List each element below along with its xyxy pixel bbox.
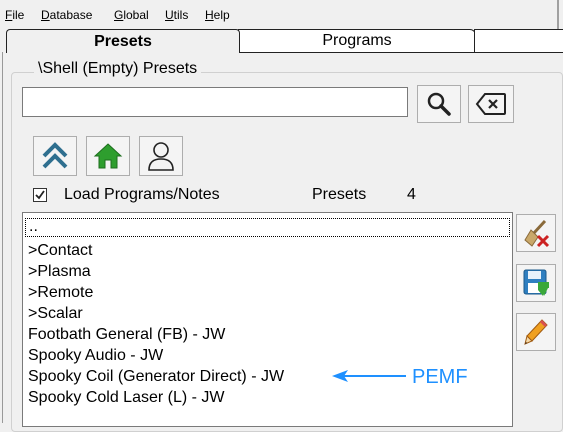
list-item[interactable]: >Contact [28,240,92,261]
clear-search-button[interactable] [468,85,514,123]
user-button[interactable] [139,136,183,176]
magnifier-icon [427,92,451,116]
list-item[interactable]: >Remote [28,282,93,303]
tab-presets[interactable]: Presets [6,29,240,53]
panel-border [2,52,3,423]
menu-help[interactable]: Help [205,8,230,22]
tab-programs-label: Programs [322,32,392,49]
user-icon [148,142,174,171]
edit-button[interactable] [516,313,556,351]
tab-panel-border [238,52,563,53]
broom-delete-icon [524,219,550,248]
pencil-icon [524,319,548,345]
up-level-button[interactable] [33,136,77,176]
search-button[interactable] [417,85,461,123]
list-item[interactable]: Spooky Cold Laser (L) - JW [28,387,225,408]
annotation-arrow-icon [332,370,406,382]
presets-list[interactable]: .. >Contact >Plasma >Remote >Scalar Foot… [22,212,513,427]
menu-database[interactable]: Database [41,8,92,22]
menu-global[interactable]: Global [114,8,149,22]
search-input[interactable] [22,87,408,117]
presets-count-label: Presets [312,186,367,203]
list-item-parent[interactable]: .. [25,218,510,237]
save-icon [523,269,549,296]
list-item[interactable]: >Plasma [28,261,91,282]
annotation-label: PEMF [412,366,468,388]
menu-bar: File Database Global Utils Help [0,0,563,25]
delete-button[interactable] [516,214,556,252]
list-item[interactable]: Spooky Audio - JW [28,345,163,366]
home-icon [93,143,123,169]
group-title: \Shell (Empty) Presets [34,60,202,78]
list-item[interactable]: Footbath General (FB) - JW [28,324,225,345]
list-item[interactable]: Spooky Coil (Generator Direct) - JW [28,366,284,387]
load-programs-label[interactable]: Load Programs/Notes [64,186,220,204]
double-chevron-up-icon [42,142,68,169]
window-edge [557,0,559,30]
load-programs-checkbox[interactable] [33,188,47,202]
list-item[interactable]: >Scalar [28,303,83,324]
backspace-icon [475,93,506,115]
checkmark-icon [35,190,45,200]
tab-overflow[interactable] [474,29,563,53]
menu-file[interactable]: File [5,8,24,22]
presets-count-value: 4 [407,186,416,203]
menu-utils[interactable]: Utils [165,8,188,22]
save-button[interactable] [516,264,556,302]
tab-presets-label: Presets [94,32,152,50]
home-button[interactable] [86,136,130,176]
tab-programs[interactable]: Programs [238,29,476,53]
